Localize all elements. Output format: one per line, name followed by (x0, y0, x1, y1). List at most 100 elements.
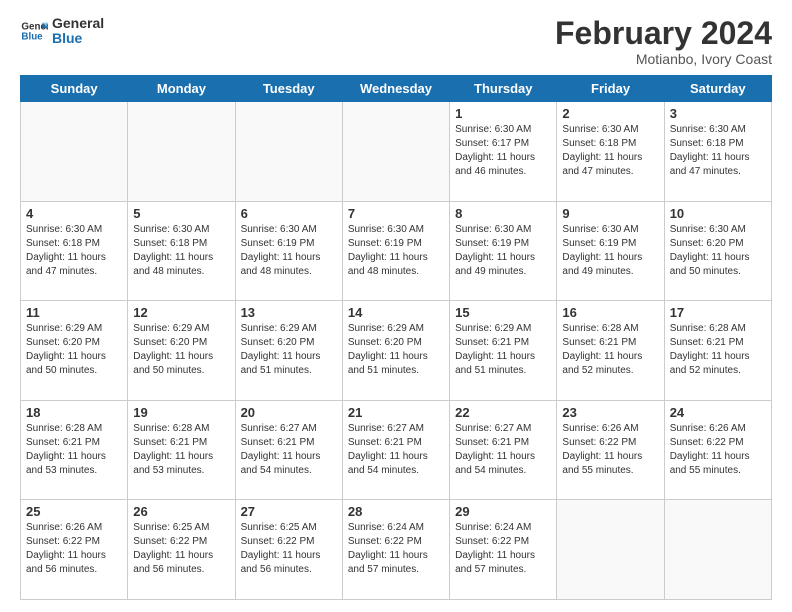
calendar-cell (21, 102, 128, 202)
calendar-cell: 28 Sunrise: 6:24 AMSunset: 6:22 PMDayligh… (342, 500, 449, 600)
day-number: 12 (133, 305, 229, 320)
calendar-cell: 6 Sunrise: 6:30 AMSunset: 6:19 PMDaylight… (235, 201, 342, 301)
day-number: 26 (133, 504, 229, 519)
calendar-cell: 11 Sunrise: 6:29 AMSunset: 6:20 PMDayligh… (21, 301, 128, 401)
day-info: Sunrise: 6:30 AMSunset: 6:19 PMDaylight:… (241, 223, 337, 279)
calendar-cell: 8 Sunrise: 6:30 AMSunset: 6:19 PMDaylight… (450, 201, 557, 301)
calendar-cell: 15 Sunrise: 6:29 AMSunset: 6:21 PMDayligh… (450, 301, 557, 401)
day-number: 7 (348, 206, 444, 221)
day-info: Sunrise: 6:26 AMSunset: 6:22 PMDaylight:… (26, 521, 122, 577)
day-info: Sunrise: 6:30 AMSunset: 6:20 PMDaylight:… (670, 223, 766, 279)
day-number: 14 (348, 305, 444, 320)
calendar-cell: 13 Sunrise: 6:29 AMSunset: 6:20 PMDayligh… (235, 301, 342, 401)
day-info: Sunrise: 6:30 AMSunset: 6:17 PMDaylight:… (455, 123, 551, 179)
day-number: 18 (26, 405, 122, 420)
day-info: Sunrise: 6:24 AMSunset: 6:22 PMDaylight:… (455, 521, 551, 577)
calendar-day-header: Monday (128, 76, 235, 102)
day-info: Sunrise: 6:28 AMSunset: 6:21 PMDaylight:… (133, 422, 229, 478)
calendar-table: SundayMondayTuesdayWednesdayThursdayFrid… (20, 75, 772, 600)
calendar-day-header: Thursday (450, 76, 557, 102)
calendar-cell: 25 Sunrise: 6:26 AMSunset: 6:22 PMDayligh… (21, 500, 128, 600)
day-info: Sunrise: 6:29 AMSunset: 6:20 PMDaylight:… (241, 322, 337, 378)
calendar-cell: 21 Sunrise: 6:27 AMSunset: 6:21 PMDayligh… (342, 400, 449, 500)
calendar-cell (664, 500, 771, 600)
calendar-cell: 22 Sunrise: 6:27 AMSunset: 6:21 PMDayligh… (450, 400, 557, 500)
day-info: Sunrise: 6:25 AMSunset: 6:22 PMDaylight:… (133, 521, 229, 577)
day-number: 9 (562, 206, 658, 221)
day-info: Sunrise: 6:27 AMSunset: 6:21 PMDaylight:… (455, 422, 551, 478)
day-number: 16 (562, 305, 658, 320)
day-info: Sunrise: 6:29 AMSunset: 6:21 PMDaylight:… (455, 322, 551, 378)
day-info: Sunrise: 6:27 AMSunset: 6:21 PMDaylight:… (348, 422, 444, 478)
day-number: 15 (455, 305, 551, 320)
calendar-cell: 10 Sunrise: 6:30 AMSunset: 6:20 PMDayligh… (664, 201, 771, 301)
calendar-cell (557, 500, 664, 600)
calendar-cell: 29 Sunrise: 6:24 AMSunset: 6:22 PMDayligh… (450, 500, 557, 600)
calendar-week-row: 1Sunrise: 6:30 AMSunset: 6:17 PMDaylight… (21, 102, 772, 202)
day-info: Sunrise: 6:25 AMSunset: 6:22 PMDaylight:… (241, 521, 337, 577)
day-info: Sunrise: 6:24 AMSunset: 6:22 PMDaylight:… (348, 521, 444, 577)
day-number: 20 (241, 405, 337, 420)
day-number: 4 (26, 206, 122, 221)
day-number: 10 (670, 206, 766, 221)
day-number: 28 (348, 504, 444, 519)
day-number: 5 (133, 206, 229, 221)
calendar-day-header: Tuesday (235, 76, 342, 102)
calendar-cell: 9 Sunrise: 6:30 AMSunset: 6:19 PMDaylight… (557, 201, 664, 301)
calendar-cell: 4 Sunrise: 6:30 AMSunset: 6:18 PMDaylight… (21, 201, 128, 301)
calendar-cell: 16 Sunrise: 6:28 AMSunset: 6:21 PMDayligh… (557, 301, 664, 401)
day-number: 22 (455, 405, 551, 420)
day-info: Sunrise: 6:30 AMSunset: 6:19 PMDaylight:… (455, 223, 551, 279)
calendar-cell: 19 Sunrise: 6:28 AMSunset: 6:21 PMDayligh… (128, 400, 235, 500)
day-info: Sunrise: 6:30 AMSunset: 6:18 PMDaylight:… (670, 123, 766, 179)
calendar-cell: 27Sunrise: 6:25 AMSunset: 6:22 PMDayligh… (235, 500, 342, 600)
day-info: Sunrise: 6:26 AMSunset: 6:22 PMDaylight:… (670, 422, 766, 478)
calendar-cell (235, 102, 342, 202)
calendar-week-row: 25 Sunrise: 6:26 AMSunset: 6:22 PMDayligh… (21, 500, 772, 600)
day-number: 21 (348, 405, 444, 420)
day-number: 11 (26, 305, 122, 320)
day-number: 13 (241, 305, 337, 320)
calendar-cell: 2Sunrise: 6:30 AMSunset: 6:18 PMDaylight… (557, 102, 664, 202)
day-info: Sunrise: 6:26 AMSunset: 6:22 PMDaylight:… (562, 422, 658, 478)
calendar-cell: 14 Sunrise: 6:29 AMSunset: 6:20 PMDayligh… (342, 301, 449, 401)
calendar-cell: 3 Sunrise: 6:30 AMSunset: 6:18 PMDaylight… (664, 102, 771, 202)
calendar-week-row: 4 Sunrise: 6:30 AMSunset: 6:18 PMDaylight… (21, 201, 772, 301)
day-info: Sunrise: 6:29 AMSunset: 6:20 PMDaylight:… (26, 322, 122, 378)
day-info: Sunrise: 6:30 AMSunset: 6:18 PMDaylight:… (26, 223, 122, 279)
calendar-cell: 23Sunrise: 6:26 AMSunset: 6:22 PMDayligh… (557, 400, 664, 500)
calendar-header-row: SundayMondayTuesdayWednesdayThursdayFrid… (21, 76, 772, 102)
day-number: 19 (133, 405, 229, 420)
calendar-cell: 5Sunrise: 6:30 AMSunset: 6:18 PMDaylight… (128, 201, 235, 301)
month-year: February 2024 (555, 16, 772, 51)
calendar-day-header: Sunday (21, 76, 128, 102)
day-number: 29 (455, 504, 551, 519)
day-info: Sunrise: 6:27 AMSunset: 6:21 PMDaylight:… (241, 422, 337, 478)
day-number: 25 (26, 504, 122, 519)
calendar-week-row: 18 Sunrise: 6:28 AMSunset: 6:21 PMDayligh… (21, 400, 772, 500)
logo: General Blue General Blue (20, 16, 104, 47)
day-info: Sunrise: 6:28 AMSunset: 6:21 PMDaylight:… (670, 322, 766, 378)
day-number: 6 (241, 206, 337, 221)
calendar-cell (342, 102, 449, 202)
day-number: 8 (455, 206, 551, 221)
day-info: Sunrise: 6:29 AMSunset: 6:20 PMDaylight:… (348, 322, 444, 378)
calendar-cell: 12Sunrise: 6:29 AMSunset: 6:20 PMDayligh… (128, 301, 235, 401)
day-info: Sunrise: 6:28 AMSunset: 6:21 PMDaylight:… (26, 422, 122, 478)
day-number: 17 (670, 305, 766, 320)
day-info: Sunrise: 6:30 AMSunset: 6:18 PMDaylight:… (562, 123, 658, 179)
calendar-cell: 20 Sunrise: 6:27 AMSunset: 6:21 PMDayligh… (235, 400, 342, 500)
logo-general: General (52, 16, 104, 31)
day-info: Sunrise: 6:30 AMSunset: 6:19 PMDaylight:… (562, 223, 658, 279)
calendar-cell: 7Sunrise: 6:30 AMSunset: 6:19 PMDaylight… (342, 201, 449, 301)
calendar-cell (128, 102, 235, 202)
calendar-cell: 18 Sunrise: 6:28 AMSunset: 6:21 PMDayligh… (21, 400, 128, 500)
calendar-cell: 26 Sunrise: 6:25 AMSunset: 6:22 PMDayligh… (128, 500, 235, 600)
calendar-day-header: Saturday (664, 76, 771, 102)
day-number: 24 (670, 405, 766, 420)
location: Motianbo, Ivory Coast (555, 51, 772, 67)
day-number: 3 (670, 106, 766, 121)
day-info: Sunrise: 6:28 AMSunset: 6:21 PMDaylight:… (562, 322, 658, 378)
svg-text:Blue: Blue (21, 32, 43, 43)
calendar-day-header: Friday (557, 76, 664, 102)
